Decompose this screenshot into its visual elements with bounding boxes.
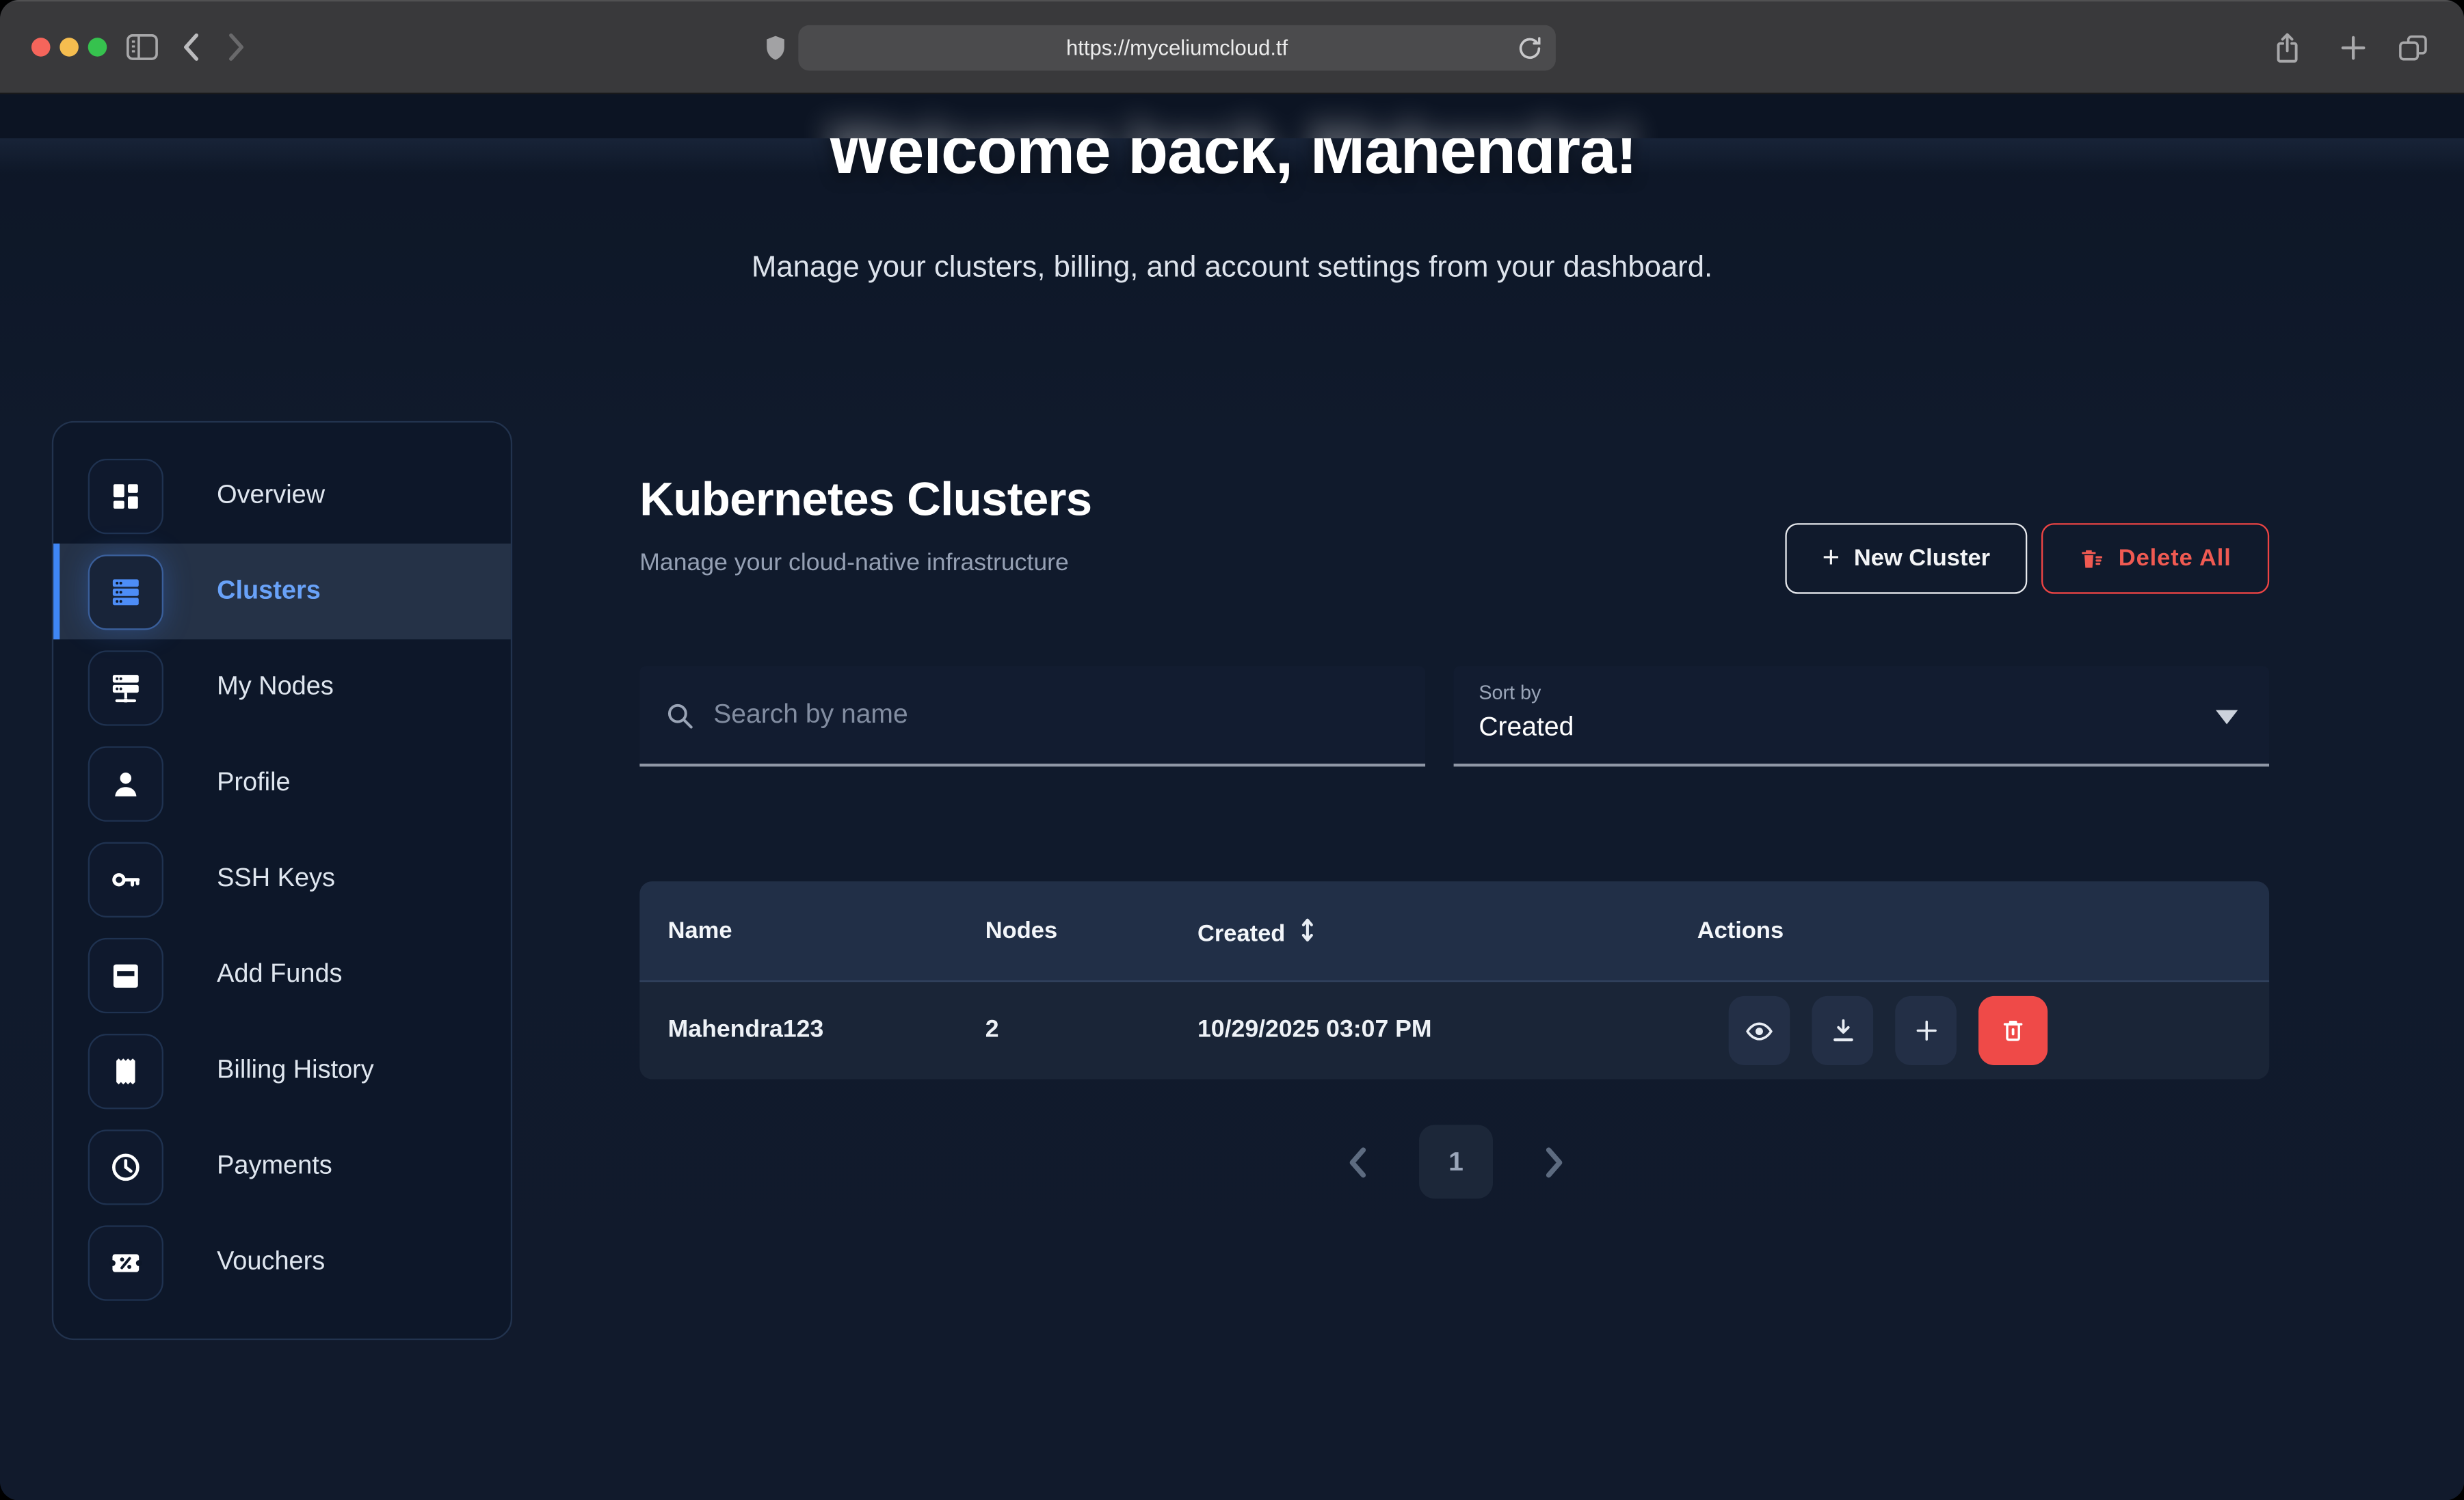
sidebar-item-payments[interactable]: Payments (53, 1119, 511, 1214)
sidebar-item-label: Billing History (217, 1056, 374, 1086)
server-stack-icon (88, 554, 163, 629)
clock-icon (88, 1129, 163, 1204)
sidebar-item-label: Profile (217, 768, 290, 799)
column-header-nodes: Nodes (985, 918, 1197, 944)
cluster-created-cell: 10/29/2025 03:07 PM (1197, 1017, 1697, 1045)
column-header-actions: Actions (1697, 918, 1784, 944)
sidebar-item-profile[interactable]: Profile (53, 735, 511, 831)
delete-cluster-button[interactable] (1978, 996, 2048, 1065)
sidebar-item-label: SSH Keys (217, 864, 335, 894)
sidebar-item-ssh-keys[interactable]: SSH Keys (53, 831, 511, 927)
search-input[interactable] (713, 699, 1400, 731)
add-node-button[interactable] (1895, 996, 1957, 1065)
sidebar-item-vouchers[interactable]: Vouchers (53, 1214, 511, 1310)
browser-toolbar: https://myceliumcloud.tf (0, 0, 2464, 94)
receipt-icon (88, 1033, 163, 1108)
reload-icon[interactable] (1518, 35, 1541, 62)
sticky-header-band: Welcome back, Mahendra! (0, 94, 2464, 138)
trash-icon (1999, 1017, 2027, 1045)
sidebar-item-label: My Nodes (217, 673, 334, 703)
sidebar-item-billing-history[interactable]: Billing History (53, 1023, 511, 1119)
column-header-created[interactable]: Created (1197, 915, 1697, 947)
ticket-percent-icon (88, 1224, 163, 1300)
search-field[interactable] (639, 666, 1425, 766)
sidebar-item-label: Payments (217, 1151, 332, 1181)
delete-all-button[interactable]: Delete All (2041, 523, 2269, 593)
pagination: 1 (639, 1119, 2269, 1207)
eye-icon (1745, 1016, 1775, 1046)
browser-window: https://myceliumcloud.tf (0, 0, 2464, 1500)
address-bar[interactable]: https://myceliumcloud.tf (798, 25, 1556, 71)
dashboard-page: Welcome back, Mahendra! Welcome back, Ma… (0, 94, 2464, 1500)
tab-overview-icon[interactable] (2398, 0, 2428, 94)
sidebar-item-add-funds[interactable]: Add Funds (53, 927, 511, 1023)
previous-page-button[interactable] (1334, 1133, 1378, 1192)
sidebar-item-label: Clusters (217, 576, 321, 606)
sidebar-item-overview[interactable]: Overview (53, 448, 511, 544)
close-window-button[interactable] (31, 38, 51, 57)
column-header-name: Name (639, 918, 985, 944)
sidebar: Overview Cluster (52, 421, 512, 1340)
screen: https://myceliumcloud.tf (0, 0, 2464, 1500)
plus-icon (1911, 1017, 1939, 1045)
share-icon[interactable] (2274, 0, 2301, 94)
wallet-icon (88, 937, 163, 1013)
person-icon (88, 745, 163, 820)
download-icon (1829, 1017, 1857, 1045)
sort-value: Created (1479, 712, 2244, 743)
dashboard-grid-icon (88, 458, 163, 533)
sidebar-item-my-nodes[interactable]: My Nodes (53, 639, 511, 735)
new-cluster-button[interactable]: + New Cluster (1785, 523, 2027, 593)
section-title: Kubernetes Clusters (639, 474, 1091, 528)
forward-button[interactable] (226, 0, 247, 94)
search-icon (665, 700, 695, 730)
trash-sweep-icon (2079, 546, 2104, 572)
sidebar-item-label: Overview (217, 481, 325, 511)
url-text: https://myceliumcloud.tf (1066, 36, 1288, 59)
cluster-nodes-cell: 2 (985, 1017, 1197, 1045)
chevron-down-icon (2216, 710, 2238, 725)
next-page-button[interactable] (1532, 1133, 1576, 1192)
page-number-button[interactable]: 1 (1419, 1125, 1493, 1198)
key-icon (88, 842, 163, 917)
clusters-section: Kubernetes Clusters Manage your cloud-na… (639, 94, 2269, 1500)
row-actions (1697, 996, 2048, 1065)
sidebar-toggle-icon[interactable] (126, 0, 159, 94)
cluster-name-cell: Mahendra123 (639, 1017, 985, 1045)
created-header-label: Created (1197, 920, 1285, 946)
sidebar-item-label: Add Funds (217, 960, 342, 990)
zoom-window-button[interactable] (88, 38, 107, 57)
download-kubeconfig-button[interactable] (1812, 996, 1873, 1065)
active-accent-bar (53, 544, 59, 639)
plus-icon: + (1823, 544, 1840, 574)
sort-select[interactable]: Sort by Created (1454, 666, 2270, 766)
sort-label: Sort by (1479, 682, 2244, 704)
privacy-shield-icon[interactable] (765, 0, 786, 94)
sidebar-item-clusters[interactable]: Clusters (53, 544, 511, 639)
section-subtitle: Manage your cloud-native infrastructure (639, 550, 1069, 578)
server-network-icon (88, 649, 163, 725)
back-button[interactable] (181, 0, 201, 94)
minimize-window-button[interactable] (59, 38, 79, 57)
view-cluster-button[interactable] (1729, 996, 1790, 1065)
new-tab-icon[interactable] (2340, 0, 2367, 94)
table-header-row: Name Nodes Created Actions (639, 881, 2269, 982)
new-cluster-label: New Cluster (1854, 545, 1990, 572)
sort-arrows-icon (1298, 915, 1317, 943)
sidebar-item-label: Vouchers (217, 1248, 325, 1278)
clusters-table: Name Nodes Created Actions Mahendra123 2 (639, 881, 2269, 1080)
table-row: Mahendra123 2 10/29/2025 03:07 PM (639, 982, 2269, 1079)
page-title-ghost: Welcome back, Mahendra! (0, 109, 2464, 139)
delete-all-label: Delete All (2119, 545, 2231, 572)
